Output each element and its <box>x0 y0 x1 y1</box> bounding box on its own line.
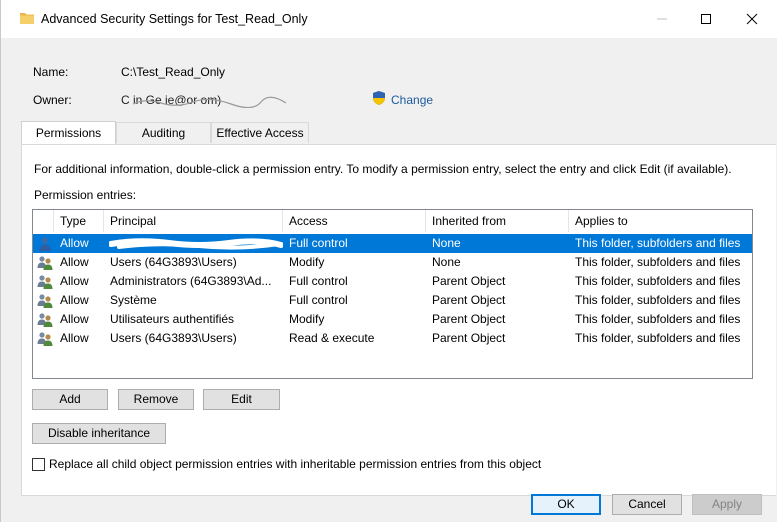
cancel-button[interactable]: Cancel <box>612 494 682 515</box>
table-row[interactable]: Allow Utilisateurs authentifiés Modify P… <box>33 310 752 329</box>
list-header: Type Principal Access Inherited from App… <box>33 210 752 232</box>
group-icon <box>37 331 53 346</box>
cell-principal: Users (64G3893\Users) <box>110 255 237 269</box>
remove-button[interactable]: Remove <box>118 389 194 410</box>
name-value: C:\Test_Read_Only <box>121 65 226 79</box>
ok-button[interactable]: OK <box>531 494 601 515</box>
column-header-access[interactable]: Access <box>283 210 426 232</box>
table-row[interactable]: Allow Users (64G3893\Users) Modify None … <box>33 253 752 272</box>
cell-access: Full control <box>289 236 348 250</box>
cell-inherited-from: Parent Object <box>432 293 506 307</box>
disable-inheritance-button[interactable]: Disable inheritance <box>32 423 166 444</box>
cell-access: Full control <box>289 274 348 288</box>
edit-button[interactable]: Edit <box>203 389 280 410</box>
cell-applies-to: This folder, subfolders and files <box>575 293 741 307</box>
cell-inherited-from: None <box>432 236 461 250</box>
apply-button[interactable]: Apply <box>692 494 762 515</box>
replace-child-permissions-checkbox[interactable] <box>32 457 45 471</box>
close-icon <box>746 13 758 25</box>
tab-auditing[interactable]: Auditing <box>116 122 211 143</box>
cell-access: Read & execute <box>289 331 375 345</box>
table-row[interactable]: Allow Système Full control Parent Object… <box>33 291 752 310</box>
tab-effective-access[interactable]: Effective Access <box>211 122 309 143</box>
folder-icon <box>19 10 35 26</box>
minimize-icon <box>657 18 667 20</box>
column-header-applies-to[interactable]: Applies to <box>569 210 752 232</box>
column-header-type[interactable]: Type <box>54 210 104 232</box>
cell-access: Modify <box>289 312 325 326</box>
cell-applies-to: This folder, subfolders and files <box>575 255 741 269</box>
cell-inherited-from: Parent Object <box>432 312 506 326</box>
maximize-icon <box>701 14 711 24</box>
window-title: Advanced Security Settings for Test_Read… <box>41 12 308 26</box>
uac-shield-icon <box>371 90 387 109</box>
cell-principal: Utilisateurs authentifiés <box>110 312 235 326</box>
owner-value: C in Ge ie@or om) <box>121 93 222 107</box>
cell-type: Allow <box>60 331 89 345</box>
cell-type: Allow <box>60 255 89 269</box>
table-row[interactable]: Allow Full control None This folder, sub… <box>33 234 752 253</box>
minimize-button[interactable] <box>639 0 685 38</box>
cell-access: Full control <box>289 293 348 307</box>
cell-inherited-from: Parent Object <box>432 274 506 288</box>
advanced-security-dialog: Advanced Security Settings for Test_Read… <box>0 0 777 522</box>
permission-entries-list[interactable]: Type Principal Access Inherited from App… <box>32 209 753 379</box>
close-button[interactable] <box>729 0 775 38</box>
title-bar: Advanced Security Settings for Test_Read… <box>1 0 777 38</box>
cell-applies-to: This folder, subfolders and files <box>575 236 741 250</box>
cell-type: Allow <box>60 274 89 288</box>
dialog-content: Name: C:\Test_Read_Only Owner: C in Ge i… <box>21 46 776 515</box>
add-button[interactable]: Add <box>32 389 108 410</box>
cell-principal: Users (64G3893\Users) <box>110 331 237 345</box>
column-header-inherited-from[interactable]: Inherited from <box>426 210 569 232</box>
cell-applies-to: This folder, subfolders and files <box>575 274 741 288</box>
replace-child-permissions-label: Replace all child object permission entr… <box>49 457 542 471</box>
change-owner[interactable]: Change <box>371 90 433 109</box>
cell-principal <box>104 234 283 253</box>
group-icon <box>37 274 53 289</box>
cell-principal: Système <box>110 293 157 307</box>
cell-inherited-from: None <box>432 255 461 269</box>
tab-permissions[interactable]: Permissions <box>21 121 116 144</box>
permissions-panel: For additional information, double-click… <box>21 144 776 496</box>
group-icon <box>37 312 53 327</box>
column-header-principal[interactable]: Principal <box>104 210 283 232</box>
cell-applies-to: This folder, subfolders and files <box>575 331 741 345</box>
permission-entries-label: Permission entries: <box>34 188 137 202</box>
column-header-icon[interactable] <box>33 210 54 232</box>
cell-type: Allow <box>60 312 89 326</box>
change-owner-link[interactable]: Change <box>391 93 433 107</box>
info-text: For additional information, double-click… <box>34 162 732 176</box>
replace-child-permissions-option[interactable]: Replace all child object permission entr… <box>32 457 541 471</box>
maximize-button[interactable] <box>683 0 729 38</box>
user-icon <box>37 236 53 251</box>
table-row[interactable]: Allow Users (64G3893\Users) Read & execu… <box>33 329 752 348</box>
group-icon <box>37 255 53 270</box>
cell-inherited-from: Parent Object <box>432 331 506 345</box>
cell-applies-to: This folder, subfolders and files <box>575 312 741 326</box>
owner-label: Owner: <box>33 93 72 107</box>
cell-type: Allow <box>60 236 89 250</box>
group-icon <box>37 293 53 308</box>
name-label: Name: <box>33 65 69 79</box>
cell-access: Modify <box>289 255 325 269</box>
cell-type: Allow <box>60 293 89 307</box>
cell-principal: Administrators (64G3893\Ad... <box>110 274 272 288</box>
table-row[interactable]: Allow Administrators (64G3893\Ad... Full… <box>33 272 752 291</box>
